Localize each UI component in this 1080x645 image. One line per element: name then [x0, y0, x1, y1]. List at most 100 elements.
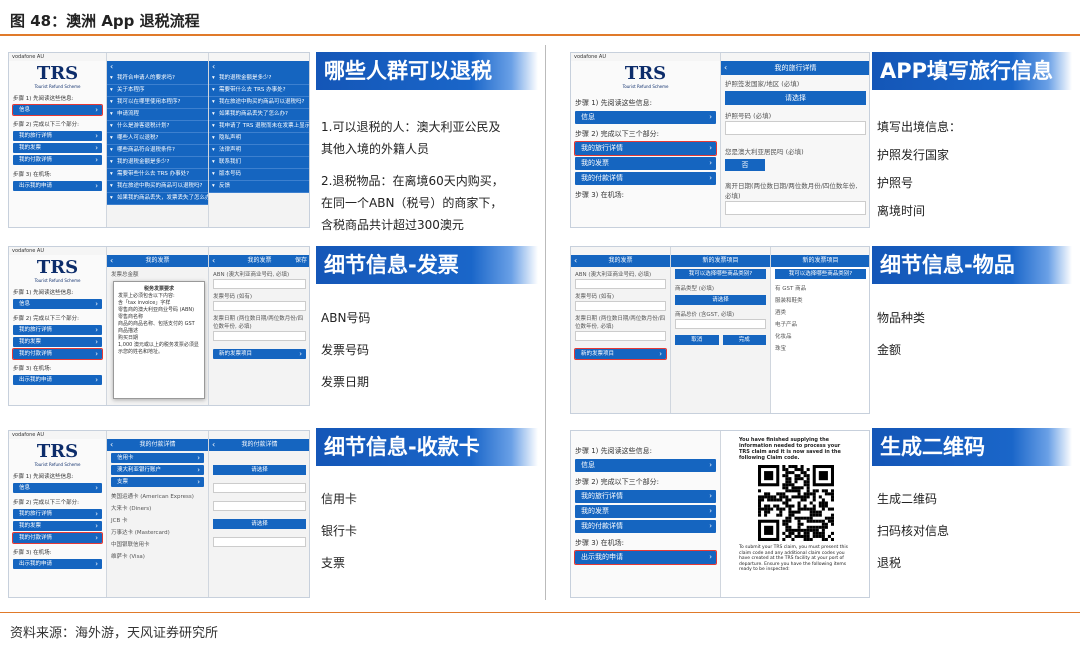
abn-input[interactable] — [213, 279, 306, 289]
show-claim-button[interactable]: 出示我的申请 — [574, 550, 717, 565]
info-button[interactable]: 信息 — [575, 459, 716, 472]
info-button[interactable]: 信息 — [575, 111, 716, 124]
my-payment-button[interactable]: 我的付款详情 — [12, 532, 103, 544]
goods-help-button[interactable]: 我可以选择哪些商品类别? — [675, 269, 766, 279]
status-bar — [107, 431, 208, 439]
show-claim-button[interactable]: 出示我的申请 — [13, 375, 102, 385]
add-item-button[interactable]: 新的发票项目 — [213, 349, 306, 359]
faq-item[interactable]: 我在旅途中购买的商品可以退税吗? — [107, 181, 208, 193]
goods-amount-input[interactable] — [675, 319, 766, 329]
faq-item[interactable]: 我符合申请人的要求吗? — [107, 73, 208, 85]
back-icon[interactable]: ‹ — [110, 61, 113, 73]
faq-item[interactable]: 我在旅途中购买的商品可以退税吗? — [209, 97, 309, 109]
invoice-date-input[interactable] — [575, 331, 666, 341]
my-travel-button[interactable]: 我的旅行详情 — [575, 490, 716, 503]
my-travel-button[interactable]: 我的旅行详情 — [13, 325, 102, 335]
faq-item[interactable]: 哪些商品符合退税条件? — [107, 145, 208, 157]
my-payment-button[interactable]: 我的付款详情 — [13, 155, 102, 165]
card-type-select[interactable]: 请选择 — [213, 465, 306, 475]
faq-item[interactable]: 反馈 — [209, 181, 309, 193]
screenshot-qr: 步骤 1) 先阅读这些信息: 信息 步骤 2) 完成以下三个部分: 我的旅行详情… — [570, 430, 870, 598]
status-bar — [671, 247, 770, 255]
faq-navbar: ‹ — [209, 61, 309, 73]
faq-item[interactable]: 申请流程 — [107, 109, 208, 121]
trs-logo-sub: Tourist Refund Scheme — [34, 462, 81, 467]
faq-item[interactable]: 什么是游客退税计划? — [107, 121, 208, 133]
invoice-no-input[interactable] — [213, 301, 306, 311]
save-button[interactable]: 保存 — [295, 255, 307, 267]
passport-country-select[interactable]: 请选择 — [725, 91, 866, 105]
card-name-input[interactable] — [213, 501, 306, 511]
abn-label: ABN (澳大利亚商业号码, 必填) — [213, 272, 290, 278]
qr-text-bottom: To submit your TRS claim, you must prese… — [739, 545, 848, 572]
my-payment-button[interactable]: 我的付款详情 — [575, 172, 716, 185]
abn-label: ABN (澳大利亚商业号码, 必填) — [575, 272, 652, 278]
my-payment-button[interactable]: 我的付款详情 — [12, 348, 103, 360]
faq-item[interactable]: 如果我的商品丢失，发票丢失了怎么办? — [107, 193, 208, 205]
back-icon[interactable]: ‹ — [574, 255, 577, 267]
invoice-no-input[interactable] — [575, 301, 666, 311]
expiry-input[interactable] — [213, 537, 306, 547]
my-travel-button[interactable]: 我的旅行详情 — [13, 509, 102, 519]
back-icon[interactable]: ‹ — [212, 255, 215, 267]
my-invoice-button[interactable]: 我的发票 — [575, 505, 716, 518]
goods-nav-title: 新的发票项目 — [702, 257, 739, 264]
cancel-button[interactable]: 取消 — [675, 335, 719, 345]
invoice-nav-title: 我的发票 — [608, 257, 633, 264]
card-number-input[interactable] — [213, 483, 306, 493]
faq-item[interactable]: 我的退税金额是多少? — [107, 157, 208, 169]
back-icon[interactable]: ‹ — [110, 255, 113, 267]
faq-item[interactable]: 关于本程序 — [107, 85, 208, 97]
departure-input[interactable] — [725, 201, 866, 215]
faq-item[interactable]: 哪些人可以退税? — [107, 133, 208, 145]
faq-item[interactable]: 我的退税金额是多少? — [209, 73, 309, 85]
passport-no-input[interactable] — [725, 121, 866, 135]
my-travel-button[interactable]: 我的旅行详情 — [574, 141, 717, 156]
show-claim-button[interactable]: 出示我的申请 — [13, 181, 102, 191]
goods-amount-label: 商品总价 (含GST, 必填) — [675, 312, 735, 318]
faq-item[interactable]: 隐私声明 — [209, 133, 309, 145]
faq-item[interactable]: 我申请了 TRS 退税而未在发票上显示怎么办? — [209, 121, 309, 133]
back-icon[interactable]: ‹ — [212, 439, 215, 451]
goods-type-select[interactable]: 请选择 — [675, 295, 766, 305]
bank-account-option[interactable]: 澳大利亚银行账户 — [111, 465, 204, 475]
info-button[interactable]: 信息 — [13, 299, 102, 309]
back-icon[interactable]: ‹ — [724, 61, 727, 75]
credit-card-option[interactable]: 信用卡 — [111, 453, 204, 463]
abn-input[interactable] — [575, 279, 666, 289]
faq-item[interactable]: 需要带些什么去 TRS 办事处? — [107, 169, 208, 181]
my-invoice-button[interactable]: 我的发票 — [13, 337, 102, 347]
add-item-button[interactable]: 新的发票项目 — [574, 348, 667, 360]
show-claim-button[interactable]: 出示我的申请 — [13, 559, 102, 569]
faq-item[interactable]: 如果我的商品丢失了怎么办? — [209, 109, 309, 121]
payment-nav-title: 我的付款详情 — [241, 441, 278, 448]
card-list-item: 中国银联信用卡 — [111, 542, 150, 548]
back-icon[interactable]: ‹ — [212, 61, 215, 73]
confirm-button[interactable]: 完成 — [722, 335, 766, 345]
info-button[interactable]: 信息 — [13, 483, 102, 493]
desc-line: 支票 — [321, 556, 346, 570]
invoice-date-input[interactable] — [213, 331, 306, 341]
status-bar: vodafone AU — [9, 431, 106, 439]
faq-item[interactable]: 我可以在哪里使用本程序? — [107, 97, 208, 109]
my-invoice-button[interactable]: 我的发票 — [13, 521, 102, 531]
my-invoice-button[interactable]: 我的发票 — [575, 157, 716, 170]
cheque-option[interactable]: 支票 — [111, 477, 204, 487]
expiry-select[interactable]: 请选择 — [213, 519, 306, 529]
info-button[interactable]: 信息 — [12, 104, 103, 116]
step3-label: 步骤 3) 在机场: — [575, 191, 624, 199]
faq-item[interactable]: 法律声明 — [209, 145, 309, 157]
card-list-item: 维萨卡 (Visa) — [111, 554, 145, 560]
my-travel-button[interactable]: 我的旅行详情 — [13, 131, 102, 141]
resident-toggle[interactable]: 否 — [725, 159, 765, 171]
my-payment-button[interactable]: 我的付款详情 — [575, 520, 716, 533]
faq-item[interactable]: 联系我们 — [209, 157, 309, 169]
faq-item[interactable]: 版本号码 — [209, 169, 309, 181]
invoice-nav-title: 我的发票 — [145, 257, 170, 264]
goods-type-label: 商品类型 (必填) — [675, 286, 715, 292]
goods-help-item: 珠宝 — [775, 346, 787, 352]
back-icon[interactable]: ‹ — [110, 439, 113, 451]
faq-item[interactable]: 需要带什么去 TRS 办事处? — [209, 85, 309, 97]
qr-code[interactable] — [757, 465, 834, 541]
my-invoice-button[interactable]: 我的发票 — [13, 143, 102, 153]
